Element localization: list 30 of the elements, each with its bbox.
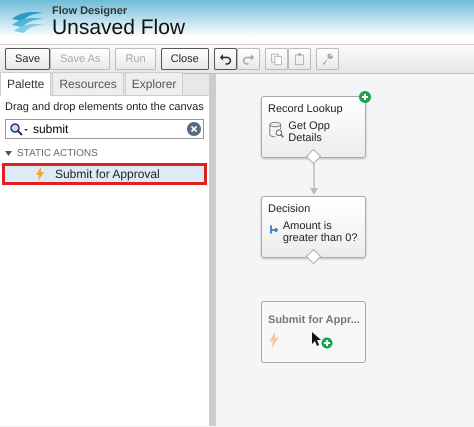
clipboard-icon xyxy=(292,51,306,67)
node-title: Record Lookup xyxy=(268,102,343,117)
app-name: Flow Designer xyxy=(52,6,128,17)
wrench-icon xyxy=(320,51,334,67)
node-title: Decision xyxy=(268,202,310,217)
panel-tab[interactable]: Explorer xyxy=(124,72,184,95)
flow-title: Unsaved Flow xyxy=(52,17,186,38)
flow-node[interactable]: Record Lookup Get Opp Details xyxy=(261,96,366,158)
lightning-icon xyxy=(35,166,45,180)
clear-icon[interactable] xyxy=(187,122,201,136)
cursor-icon xyxy=(311,331,333,349)
palette-item[interactable]: Submit for Approval xyxy=(2,162,207,184)
flow-node[interactable]: Decision Amount is greater than 0? xyxy=(261,196,366,258)
toolbar-button[interactable]: Close xyxy=(160,48,209,70)
node-label: Amount is greater than 0? xyxy=(282,220,358,245)
node-title: Submit for Appr... xyxy=(268,313,360,328)
panel-tab[interactable]: Resources xyxy=(52,72,124,95)
instruction-text: Drag and drop elements onto the canvas xyxy=(4,100,205,115)
section-header[interactable]: STATIC ACTIONS xyxy=(0,138,209,162)
database-search-icon xyxy=(268,120,284,140)
connector-arrow xyxy=(309,164,319,196)
panel-tab[interactable]: Palette xyxy=(0,72,52,96)
toolbar-button[interactable]: Save xyxy=(5,48,50,70)
node-label: Get Opp Details xyxy=(288,120,331,145)
undo-button[interactable] xyxy=(214,48,237,70)
flow-node[interactable]: Submit for Appr... xyxy=(261,301,366,363)
copy-icon xyxy=(270,51,283,67)
search-icon[interactable] xyxy=(9,122,29,136)
lightning-icon xyxy=(268,330,280,348)
search-field[interactable]: submit xyxy=(5,118,204,138)
